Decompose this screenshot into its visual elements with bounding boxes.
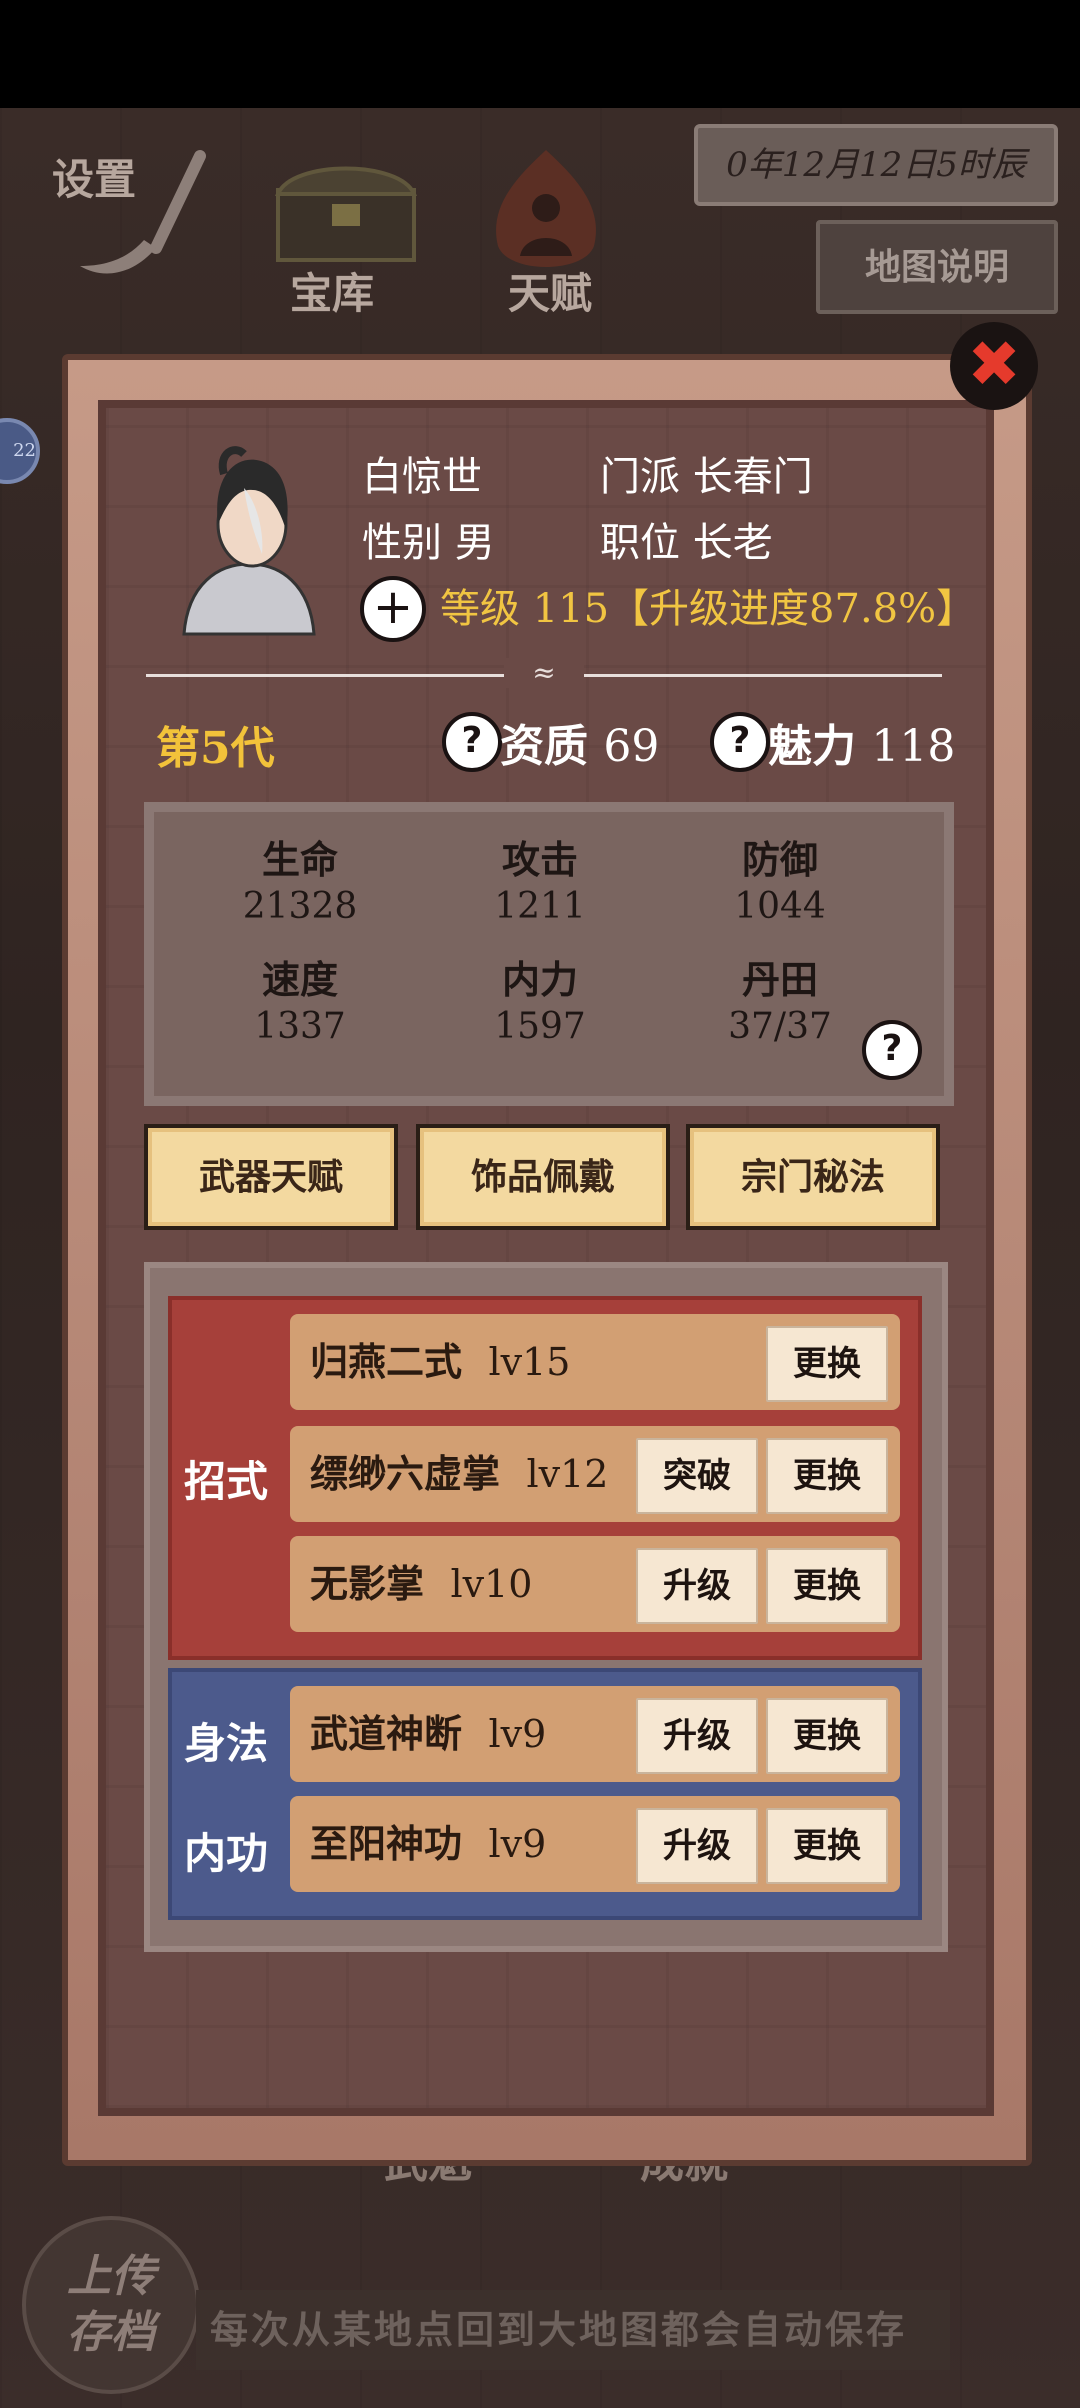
aptitude-value: 69 [603,721,660,772]
stat-label: 丹田 [741,957,818,1002]
stat-label: 内力 [501,957,578,1002]
skill-row: 武道神断 lv9 升级 更换 [290,1686,900,1782]
stat-defense: 防御 1044 [660,836,900,930]
skill-name: 缥缈六虚掌 lv12 [310,1451,609,1496]
status-bar [0,0,1080,108]
skill-row: 缥缈六虚掌 lv12 突破 更换 [290,1426,900,1522]
skill-name: 武道神断 lv9 [310,1711,547,1756]
replace-button[interactable]: 更换 [766,1808,888,1884]
aptitude-field: 资质 69 [500,710,659,774]
upgrade-button[interactable]: 升级 [636,1808,758,1884]
tab-weapon-talent[interactable]: 武器天赋 [144,1124,398,1230]
divider-ornament: ≈ [504,658,584,688]
stat-value: 1044 [734,886,826,927]
gender-field: 性别 男 [362,510,495,568]
flame-meditation-icon[interactable] [484,146,608,278]
talent-label: 天赋 [508,269,593,318]
position-value: 长老 [692,520,773,566]
question-icon[interactable]: ? [710,712,770,772]
upgrade-button[interactable]: 升级 [636,1548,758,1624]
level-progress: 等级 115【升级进度87.8%】 [440,586,977,632]
upload-save-button[interactable]: 上传 存档 [22,2216,200,2394]
sect-label: 门派 [600,454,680,500]
stat-speed: 速度 1337 [180,956,420,1050]
stat-value: 1597 [494,1006,586,1047]
plus-icon[interactable]: + [360,576,426,642]
sect-field: 门派 长春门 [600,444,813,502]
treasure-chest-icon[interactable] [272,160,420,264]
position-label: 职位 [600,520,680,566]
generation: 第5代 [156,723,275,774]
map-help-button[interactable]: 地图说明 [816,220,1058,314]
stat-label: 防御 [741,837,818,882]
stat-hp: 生命 21328 [180,836,420,930]
autosave-note: 每次从某地点回到大地图都会自动保存 [196,2290,950,2370]
skill-row: 归燕二式 lv15 更换 [290,1314,900,1410]
replace-button[interactable]: 更换 [766,1698,888,1774]
sect-value: 长春门 [692,454,813,500]
internal-label: 内功 [184,1829,269,1878]
upload-line1: 上传 [67,2251,155,2302]
avatar [182,446,316,636]
stat-value: 1211 [494,886,586,927]
stat-attack: 攻击 1211 [420,836,660,930]
stat-value: 21328 [242,886,358,927]
gender-value: 男 [454,520,495,566]
tab-sect-secrets[interactable]: 宗门秘法 [686,1124,940,1230]
stat-value: 1337 [254,1006,346,1047]
stat-label: 速度 [261,957,338,1002]
upload-line2: 存档 [67,2307,155,2358]
position-field: 职位 长老 [600,510,773,568]
charm-field: 魅力 118 [768,710,955,774]
replace-button[interactable]: 更换 [766,1548,888,1624]
gender-label: 性别 [362,520,442,566]
stat-dantian: 丹田 37/37 [660,956,900,1050]
replace-button[interactable]: 更换 [766,1438,888,1514]
stat-label: 生命 [261,837,338,882]
brush-icon [80,150,206,274]
stat-label: 攻击 [501,837,578,882]
question-icon[interactable]: ? [442,712,502,772]
skill-name: 无影掌 lv10 [310,1561,533,1606]
upgrade-button[interactable]: 升级 [636,1698,758,1774]
skill-name: 归燕二式 lv15 [310,1339,571,1384]
close-icon[interactable]: ✖ [950,322,1038,410]
moves-label: 招式 [184,1457,269,1506]
movement-label: 身法 [184,1719,269,1768]
tab-accessories[interactable]: 饰品佩戴 [416,1124,670,1230]
replace-button[interactable]: 更换 [766,1326,888,1402]
charm-label: 魅力 [768,721,856,772]
breakthrough-button[interactable]: 突破 [636,1438,758,1514]
skill-row: 无影掌 lv10 升级 更换 [290,1536,900,1632]
skill-name: 至阳神功 lv9 [310,1821,547,1866]
game-date: 0年12月12日5时辰 [694,124,1058,206]
stat-internal-power: 内力 1597 [420,956,660,1050]
charm-value: 118 [871,721,956,772]
skill-row: 至阳神功 lv9 升级 更换 [290,1796,900,1892]
character-name: 白惊世 [362,454,482,500]
treasury-label: 宝库 [290,269,375,318]
question-icon[interactable]: ? [862,1020,922,1080]
aptitude-label: 资质 [500,721,588,772]
